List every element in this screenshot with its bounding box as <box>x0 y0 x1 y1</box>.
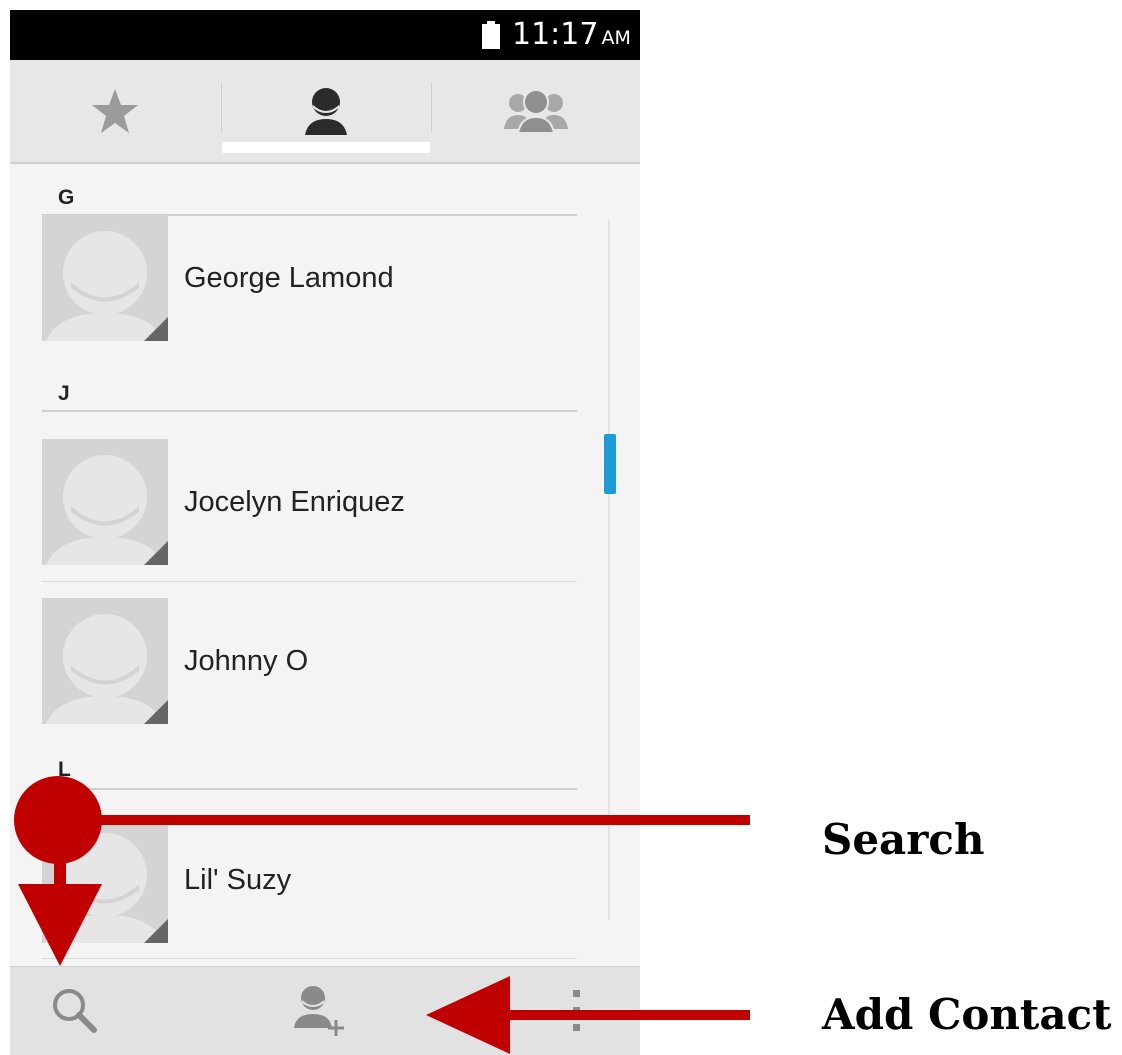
default-avatar-icon <box>46 231 168 341</box>
contact-avatar <box>42 598 168 724</box>
search-button[interactable] <box>30 967 120 1055</box>
tab-bar <box>10 60 640 164</box>
default-avatar-icon <box>46 455 168 565</box>
contact-avatar <box>42 439 168 565</box>
tab-selected-indicator <box>222 142 430 153</box>
contact-name: Lil' Suzy <box>184 864 292 896</box>
contact-name: Jocelyn Enriquez <box>184 486 405 518</box>
contact-name: George Lamond <box>184 262 394 294</box>
default-avatar-icon <box>46 614 168 724</box>
add-contact-callout-label: Add Contact <box>822 990 1112 1039</box>
tab-favorites[interactable] <box>10 60 220 162</box>
contact-row[interactable]: George Lamond <box>42 215 577 341</box>
overflow-menu-button[interactable] <box>540 967 614 1055</box>
bottom-action-bar <box>10 966 640 1055</box>
add-contact-icon <box>294 986 344 1036</box>
section-header-g: G <box>58 186 75 209</box>
clock-ampm: AM <box>601 27 631 49</box>
status-clock: 11:17 AM <box>512 15 631 58</box>
phone-screen: 11:17 AM G George Lamond J Jocelyn Enriq… <box>10 10 640 1055</box>
star-icon <box>92 89 138 133</box>
section-divider <box>42 788 577 790</box>
search-callout-label: Search <box>822 815 985 864</box>
contact-name: Johnny O <box>184 645 309 677</box>
contact-row[interactable]: Johnny O <box>42 598 577 724</box>
row-divider <box>42 581 577 582</box>
contact-avatar <box>42 215 168 341</box>
contact-list[interactable]: G George Lamond J Jocelyn Enriquez Johnn… <box>10 164 640 966</box>
clock-time: 11:17 <box>512 17 599 52</box>
default-avatar-icon <box>46 833 168 943</box>
scrollbar-track[interactable] <box>608 220 610 920</box>
contact-row[interactable]: Jocelyn Enriquez <box>42 439 577 565</box>
row-divider <box>42 958 577 959</box>
group-icon <box>504 89 568 133</box>
scrollbar-thumb[interactable] <box>604 434 616 494</box>
battery-icon <box>482 21 500 49</box>
contact-row[interactable]: Lil' Suzy <box>42 817 577 943</box>
section-divider <box>42 410 577 412</box>
contact-avatar <box>42 817 168 943</box>
tab-groups[interactable] <box>432 60 640 162</box>
add-contact-button[interactable] <box>275 967 365 1055</box>
status-bar: 11:17 AM <box>10 10 640 60</box>
section-header-j: J <box>58 382 70 405</box>
person-icon <box>305 88 347 135</box>
search-icon <box>53 989 97 1033</box>
section-header-l: L <box>58 758 71 781</box>
overflow-menu-icon <box>573 990 580 1031</box>
